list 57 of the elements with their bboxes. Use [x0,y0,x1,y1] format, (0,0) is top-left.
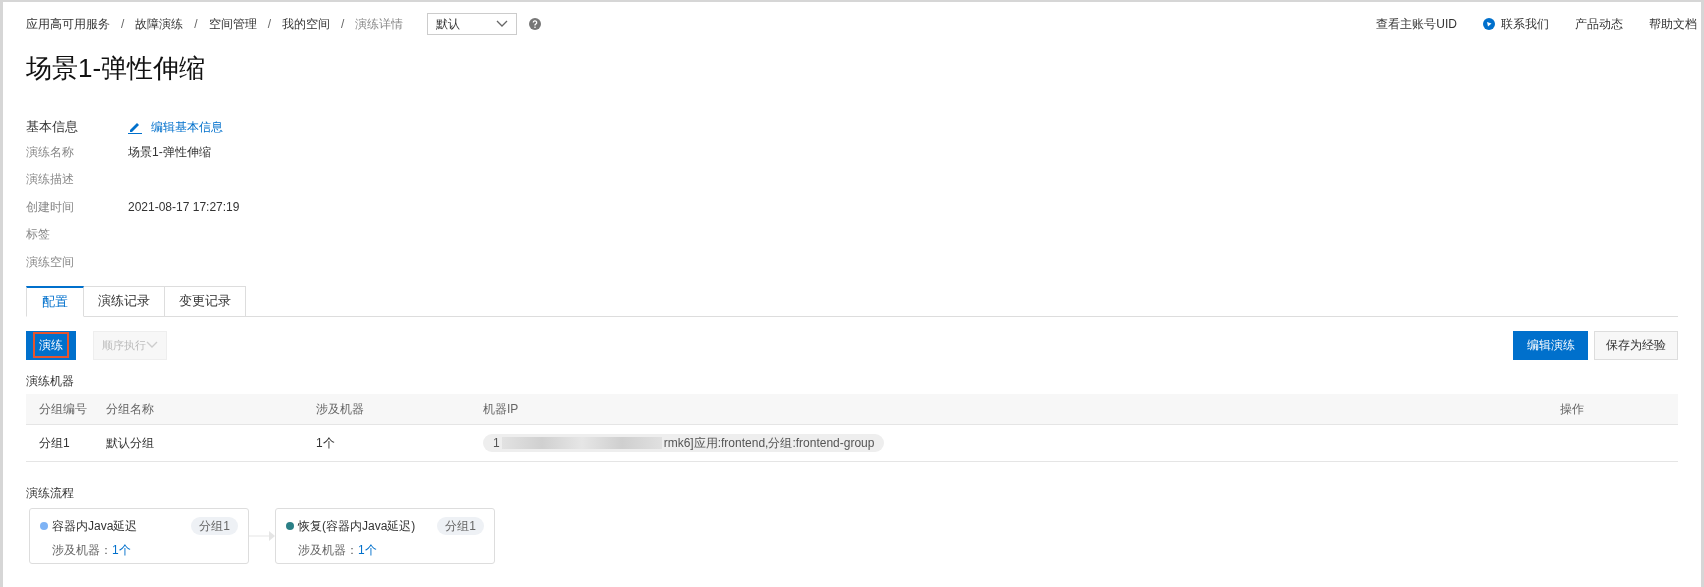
caret-icon [146,341,158,349]
breadcrumb-separator: / [121,16,125,33]
page-title: 场景1-弹性伸缩 [25,52,207,85]
field-value: 2021-08-17 17:27:19 [128,198,240,216]
caret-icon [496,20,509,28]
column-header: 涉及机器 [316,400,365,418]
breadcrumb-link[interactable]: 应用高可用服务 [26,15,110,33]
flow-step-card[interactable]: 容器内Java延迟 分组1 涉及机器：1个 [29,507,249,564]
space-select[interactable]: 默认 [427,13,518,35]
group-tag: 分组1 [191,516,238,535]
edit-drill-button[interactable]: 编辑演练 [1513,330,1588,360]
edit-info-link[interactable]: 编辑基本信息 [151,118,223,136]
table-cell-text: 默认分组 [106,434,155,452]
top-link[interactable]: 帮助文档 [1649,15,1697,33]
flow-step-card[interactable]: 恢复(容器内Java延迟) 分组1 涉及机器：1个 [275,507,495,564]
tab[interactable]: 配置 [26,285,84,317]
machines-count: 1个 [358,541,377,559]
section-heading: 演练流程 [26,484,75,502]
machines-count: 1个 [112,541,131,559]
breadcrumb-separator: / [341,16,345,33]
contact-link[interactable]: 联系我们 [1501,15,1549,33]
save-as-experience-button[interactable]: 保存为经验 [1594,330,1678,360]
tab[interactable]: 演练记录 [84,285,165,317]
table-cell-text: 分组1 [38,434,71,452]
field-label: 创建时间 [26,198,75,216]
table-cell-text: 1个 [316,434,336,452]
top-link[interactable]: 产品动态 [1575,15,1623,33]
section-heading: 基本信息 [26,118,79,137]
field-label: 演练描述 [26,171,75,189]
field-value: 场景1-弹性伸缩 [128,143,211,161]
ip-tag: 1 rmk6]应用:frontend,分组:frontend-group [483,433,885,452]
help-icon[interactable] [529,18,542,30]
step-name: 恢复(容器内Java延迟) [298,517,416,535]
breadcrumb-separator: / [194,16,198,33]
column-header: 操作 [1560,400,1585,418]
breadcrumb-separator: / [267,16,272,33]
run-button[interactable]: 演练 [26,330,76,360]
top-link[interactable]: 查看主账号UID [1376,15,1457,33]
breadcrumb-current: 演练详情 [355,16,404,33]
field-label: 演练空间 [26,253,75,271]
breadcrumb-link[interactable]: 空间管理 [208,15,257,33]
field-label: 标签 [26,226,51,244]
machines-label: 涉及机器： [298,541,358,559]
breadcrumb-link[interactable]: 我的空间 [282,15,331,33]
field-label: 演练名称 [26,143,75,161]
breadcrumb-link[interactable]: 故障演练 [135,15,184,33]
column-header: 分组编号 [38,400,88,418]
machines-label: 涉及机器： [52,541,112,559]
column-header: 分组名称 [106,400,155,418]
connector-arrow [249,530,275,541]
edit-icon [128,120,142,134]
section-heading: 演练机器 [26,372,75,390]
chat-icon [1483,18,1495,30]
group-tag: 分组1 [437,516,484,535]
column-header: 机器IP [483,400,520,418]
tab[interactable]: 变更记录 [165,285,246,317]
step-name: 容器内Java延迟 [52,517,138,535]
